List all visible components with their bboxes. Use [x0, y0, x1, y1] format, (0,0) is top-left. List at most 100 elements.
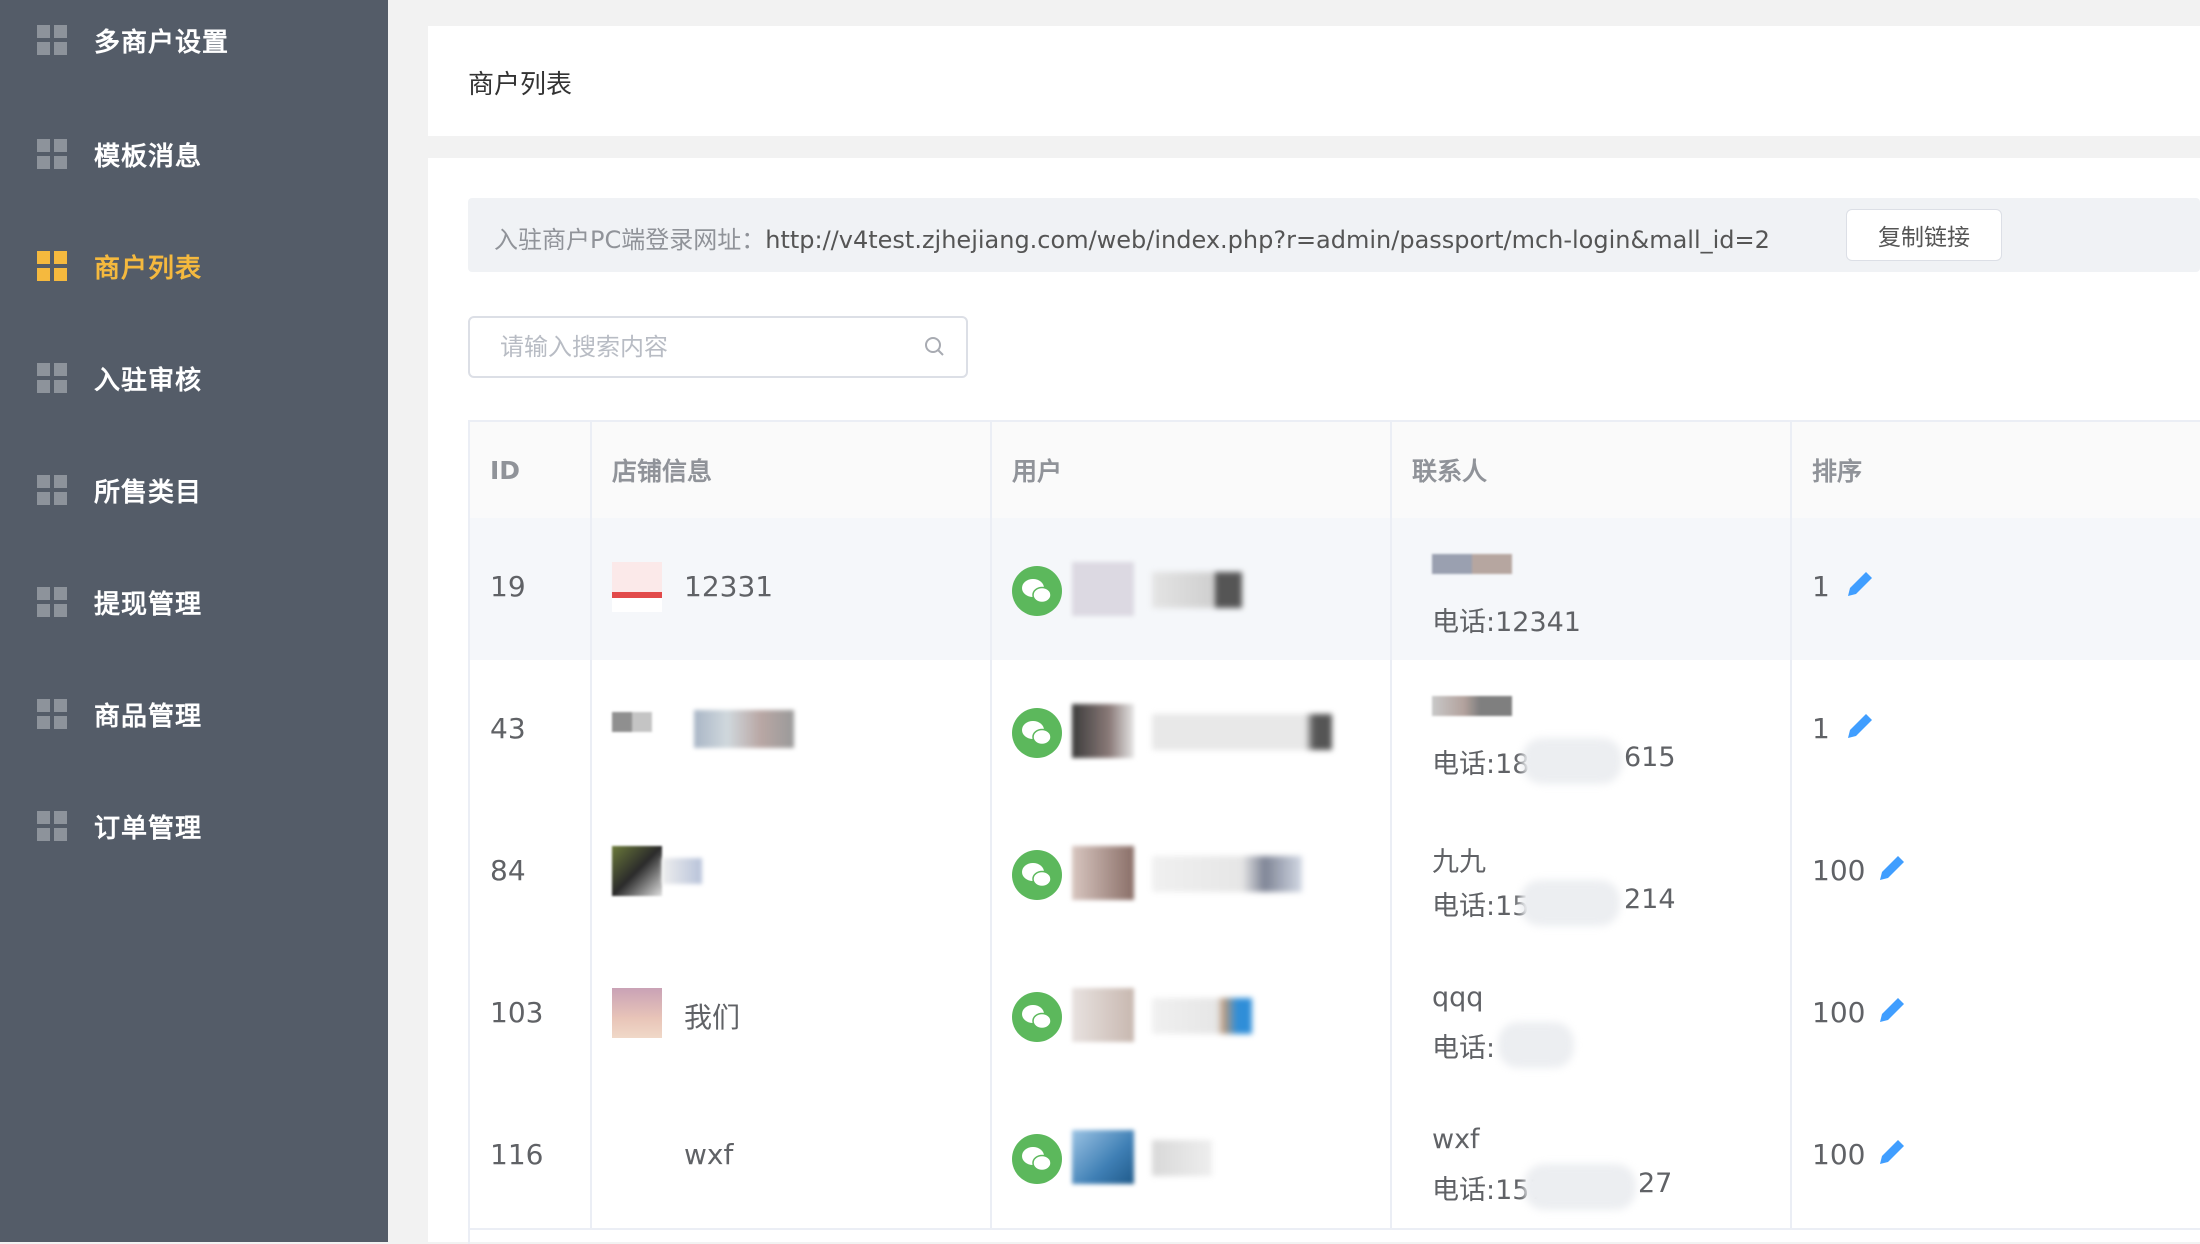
- sidebar-item-label: 提现管理: [94, 589, 203, 620]
- user-avatar: [1072, 562, 1134, 616]
- wechat-icon: [1012, 1134, 1062, 1184]
- copy-link-button[interactable]: 复制链接: [1846, 209, 2002, 261]
- column-header-sort: 排序: [1812, 457, 1863, 486]
- contact-phone-tail: 615: [1624, 742, 1676, 773]
- sidebar-item-template-message[interactable]: 模板消息: [0, 114, 388, 194]
- sidebar-item-categories[interactable]: 所售类目: [0, 450, 388, 530]
- sidebar-item-label: 多商户设置: [94, 27, 230, 58]
- sidebar-item-withdraw[interactable]: 提现管理: [0, 562, 388, 642]
- grid-icon: [37, 699, 67, 729]
- contact-phone: 电话:12341: [1432, 607, 1581, 638]
- sidebar-item-goods[interactable]: 商品管理: [0, 674, 388, 754]
- edit-icon[interactable]: [1876, 1136, 1908, 1168]
- shop-name: wxf: [684, 1138, 734, 1171]
- shop-logo: [612, 712, 652, 732]
- table-row[interactable]: 43 电话:18 615 1: [470, 660, 2200, 804]
- grid-icon: [37, 811, 67, 841]
- user-nickname: [1152, 998, 1252, 1034]
- row-id: 116: [490, 1138, 544, 1171]
- notice-label: 入驻商户PC端登录网址：: [494, 226, 766, 254]
- shop-name: [694, 710, 794, 748]
- user-avatar: [1072, 1130, 1134, 1184]
- column-header-contact: 联系人: [1392, 422, 1792, 518]
- sidebar-item-label: 模板消息: [94, 141, 203, 172]
- shop-logo: [612, 562, 662, 612]
- sort-value: 1: [1812, 570, 1830, 603]
- sidebar: 多商户设置 模板消息 商户列表 入驻审核 所售类目 提现管理 商品管理 订单管理: [0, 0, 388, 1242]
- user-nickname: [1152, 1140, 1212, 1176]
- phone-redaction: [1520, 880, 1620, 926]
- edit-icon[interactable]: [1844, 710, 1876, 742]
- table-row[interactable]: 103 我们 qqq 电话: 100: [470, 944, 2200, 1088]
- sort-value: 100: [1812, 1138, 1866, 1171]
- search-input[interactable]: [470, 318, 910, 376]
- contact-name: qqq: [1432, 982, 1484, 1013]
- phone-redaction: [1522, 738, 1622, 784]
- wechat-icon: [1012, 992, 1062, 1042]
- column-header-shop: 店铺信息: [592, 422, 992, 518]
- contact-name: 九九: [1432, 847, 1486, 878]
- column-header-id: ID: [470, 422, 592, 518]
- sort-value: 100: [1812, 854, 1866, 887]
- search-icon[interactable]: [924, 336, 944, 356]
- contact-phone-tail: 27: [1638, 1168, 1673, 1199]
- sidebar-item-label: 入驻审核: [94, 365, 203, 396]
- sidebar-item-label: 商品管理: [94, 701, 203, 732]
- grid-icon: [37, 587, 67, 617]
- sidebar-item-settle-review[interactable]: 入驻审核: [0, 338, 388, 418]
- grid-icon: [37, 139, 67, 169]
- row-id: 103: [490, 996, 544, 1029]
- row-id: 43: [490, 712, 526, 745]
- contact-name: wxf: [1432, 1124, 1480, 1155]
- sidebar-item-merchant-list[interactable]: 商户列表: [0, 226, 388, 306]
- grid-icon: [37, 363, 67, 393]
- edit-icon[interactable]: [1876, 994, 1908, 1026]
- sidebar-item-label: 商户列表: [94, 253, 203, 284]
- sort-value: 100: [1812, 996, 1866, 1029]
- row-id: 84: [490, 854, 526, 887]
- phone-redaction: [1498, 1022, 1574, 1068]
- user-avatar: [1072, 846, 1134, 900]
- phone-redaction: [1524, 1164, 1636, 1210]
- column-header-user: 用户: [992, 422, 1392, 518]
- table-row[interactable]: 19 12331 电话:12341 1: [470, 518, 2200, 662]
- shop-name: 12331: [684, 570, 774, 603]
- edit-icon[interactable]: [1844, 568, 1876, 600]
- wechat-icon: [1012, 850, 1062, 900]
- search-box: [468, 316, 968, 378]
- grid-icon: [37, 475, 67, 505]
- main-panel: 入驻商户PC端登录网址：http://v4test.zjhejiang.com/…: [428, 158, 2200, 1244]
- wechat-icon: [1012, 708, 1062, 758]
- sort-value: 1: [1812, 712, 1830, 745]
- edit-icon[interactable]: [1876, 852, 1908, 884]
- contact-phone: 电话:15: [1432, 891, 1530, 922]
- login-url-notice: 入驻商户PC端登录网址：http://v4test.zjhejiang.com/…: [468, 198, 2200, 272]
- contact-phone: 电话:: [1432, 1033, 1496, 1064]
- user-nickname: [1152, 572, 1242, 608]
- login-url: http://v4test.zjhejiang.com/web/index.ph…: [765, 226, 1770, 254]
- sidebar-item-multi-merchant-settings[interactable]: 多商户设置: [0, 0, 388, 80]
- table-row[interactable]: 84 九九 电话:15 214 100: [470, 802, 2200, 946]
- shop-name: [662, 858, 702, 884]
- page-title: 商户列表: [468, 70, 573, 100]
- sidebar-item-label: 订单管理: [94, 813, 203, 844]
- row-id: 19: [490, 570, 526, 603]
- contact-phone: 电话:18: [1432, 749, 1530, 780]
- grid-icon: [37, 25, 67, 55]
- contact-phone-tail: 214: [1624, 884, 1676, 915]
- merchant-table: ID 店铺信息 用户 联系人 排序 19 12331 电话:12341 1 43…: [468, 420, 2200, 1244]
- shop-name: 我们: [684, 1001, 741, 1034]
- contact-name: [1432, 696, 1512, 716]
- contact-name: [1432, 554, 1512, 574]
- sidebar-item-orders[interactable]: 订单管理: [0, 786, 388, 866]
- notice-text: 入驻商户PC端登录网址：http://v4test.zjhejiang.com/…: [494, 220, 1770, 255]
- user-nickname: [1152, 856, 1302, 892]
- sidebar-item-label: 所售类目: [94, 477, 203, 508]
- table-header: ID 店铺信息 用户 联系人 排序: [470, 422, 2200, 520]
- shop-logo: [612, 846, 662, 896]
- user-nickname: [1152, 714, 1332, 750]
- user-avatar: [1072, 704, 1134, 758]
- table-row[interactable]: 116 wxf wxf 电话:157 27 100: [470, 1086, 2200, 1230]
- user-avatar: [1072, 988, 1134, 1042]
- grid-icon: [37, 251, 67, 281]
